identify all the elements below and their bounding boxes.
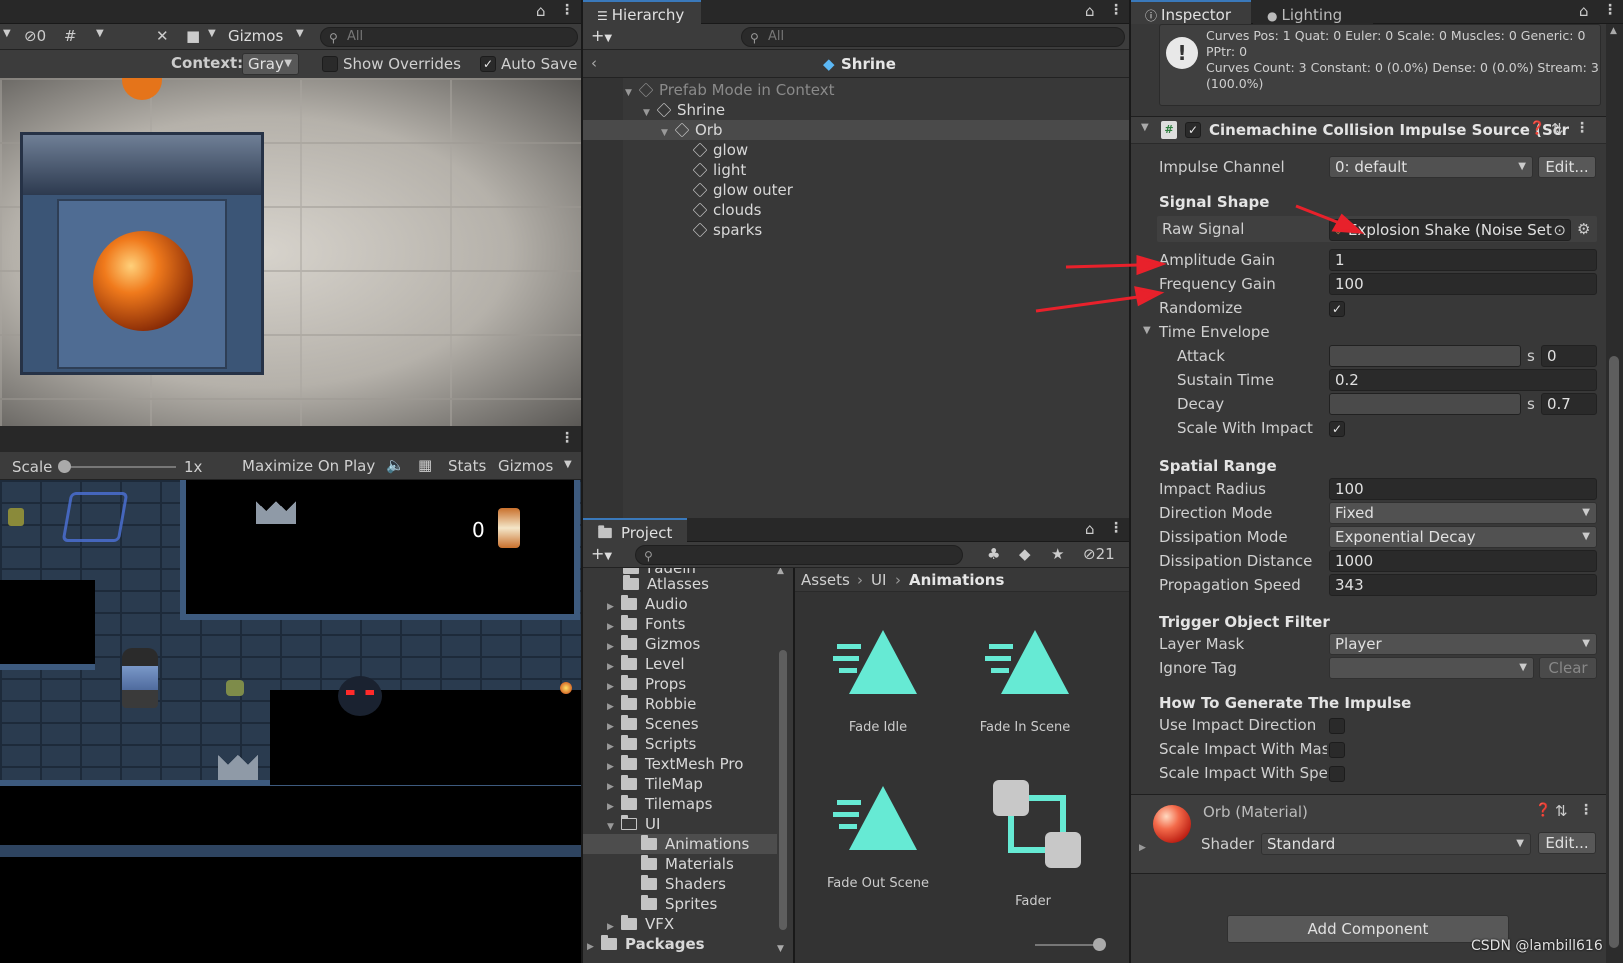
- annotation-arrows: [1035, 204, 1365, 313]
- arrow-amplitude-gain: [1065, 255, 1167, 276]
- arrow-frequency-gain: [1035, 286, 1165, 313]
- watermark: CSDN @lambill616: [1471, 938, 1603, 954]
- arrow-raw-signal: [1295, 204, 1365, 234]
